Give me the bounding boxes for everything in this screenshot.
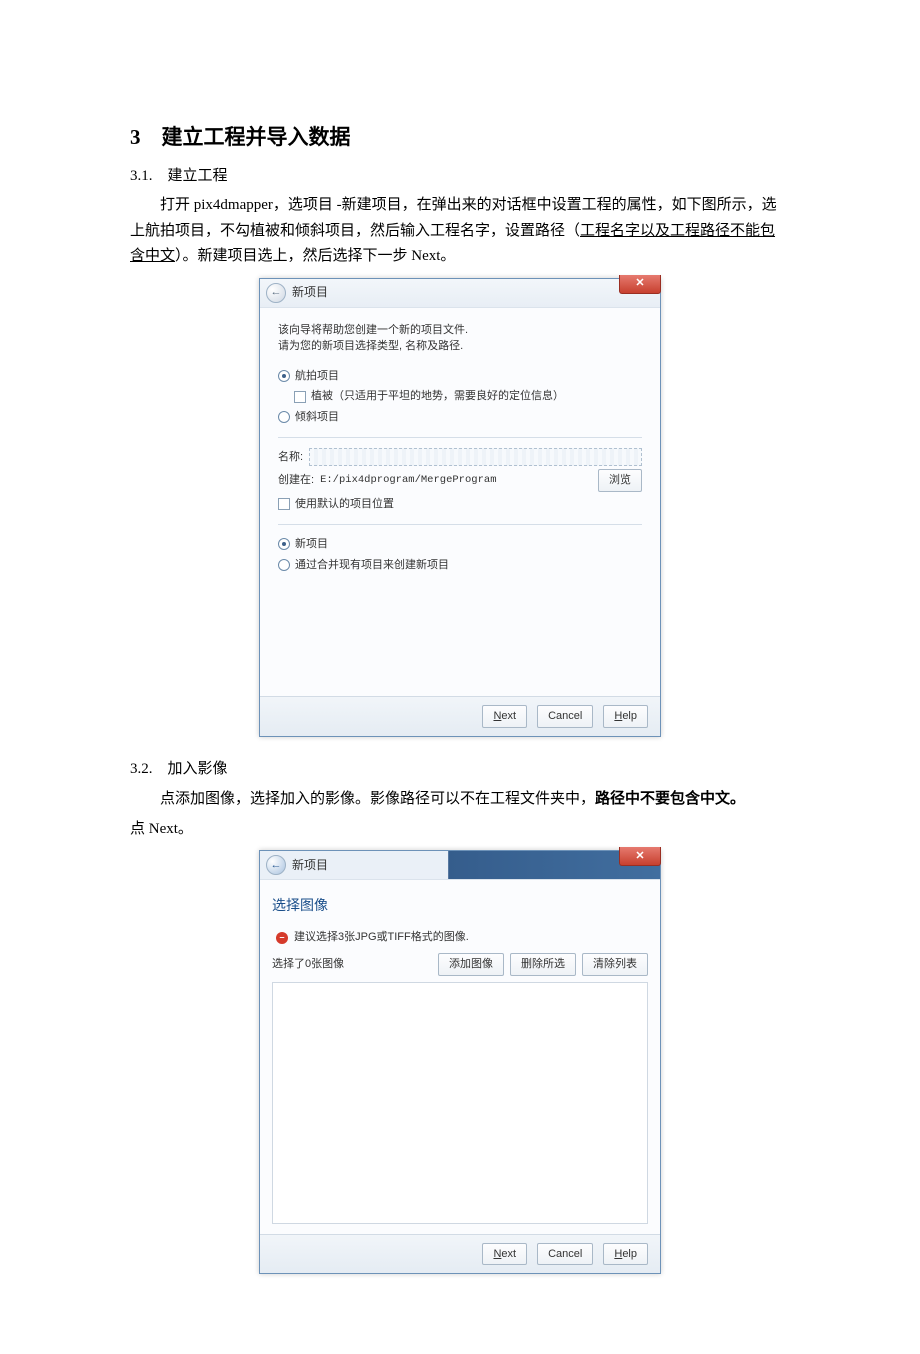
subsection-3-2-paragraph: 点添加图像，选择加入的影像。影像路径可以不在工程文件夹中，路径中不要包含中文。 (130, 786, 790, 813)
next-button[interactable]: Next (482, 705, 527, 728)
name-label: 名称: (278, 448, 303, 467)
intro-line: 该向导将帮助您创建一个新的项目文件. (278, 324, 468, 336)
help-button[interactable]: Help (603, 705, 648, 728)
radio-aerial[interactable]: 航拍项目 (278, 367, 642, 386)
warning-icon: – (276, 932, 288, 944)
intro-line: 请为您的新项目选择类型, 名称及路径. (278, 340, 463, 352)
radio-label: 倾斜项目 (295, 408, 339, 427)
paragraph-text: 点添加图像，选择加入的影像。影像路径可以不在工程文件夹中， (160, 791, 595, 807)
radio-label: 航拍项目 (295, 367, 339, 386)
radio-icon (278, 559, 290, 571)
back-icon[interactable]: ← (266, 283, 286, 303)
checkbox-icon (294, 391, 306, 403)
dialog-footer: Next Cancel Help (260, 696, 660, 736)
dialog-footer: Next Cancel Help (260, 1234, 660, 1274)
warning-text: 建议选择3张JPG或TIFF格式的图像. (294, 928, 469, 947)
checkbox-default-location[interactable]: 使用默认的项目位置 (278, 495, 642, 514)
back-icon[interactable]: ← (266, 855, 286, 875)
radio-oblique[interactable]: 倾斜项目 (278, 408, 642, 427)
dialog-title: 新项目 (292, 855, 328, 875)
separator (278, 437, 642, 438)
subsection-3-2-heading: 3.2. 加入影像 (130, 757, 790, 783)
radio-icon (278, 370, 290, 382)
checkbox-label: 使用默认的项目位置 (295, 495, 394, 514)
image-count-status: 选择了0张图像 (272, 955, 432, 974)
dialog-titlebar: ← 新项目 ✕ (260, 851, 660, 880)
image-list-area[interactable] (272, 982, 648, 1224)
radio-label: 新项目 (295, 535, 328, 554)
cancel-button[interactable]: Cancel (537, 705, 593, 728)
dialog-titlebar: ← 新项目 ✕ (260, 279, 660, 308)
section-heading: 3 建立工程并导入数据 (130, 120, 790, 156)
clear-list-button[interactable]: 清除列表 (582, 953, 648, 976)
warning-row: – 建议选择3张JPG或TIFF格式的图像. (276, 928, 648, 947)
name-row: 名称: (278, 448, 642, 467)
name-input[interactable] (309, 448, 642, 466)
browse-button[interactable]: 浏览 (598, 469, 642, 492)
create-at-row: 创建在: E:/pix4dprogram/MergeProgram 浏览 (278, 469, 642, 492)
select-images-dialog: ← 新项目 ✕ 选择图像 – 建议选择3张JPG或TIFF格式的图像. 选择了0… (259, 850, 661, 1274)
create-at-value: E:/pix4dprogram/MergeProgram (320, 472, 592, 490)
radio-new-project[interactable]: 新项目 (278, 535, 642, 554)
image-toolbar: 选择了0张图像 添加图像 删除所选 清除列表 (272, 953, 648, 976)
checkbox-vegetation[interactable]: 植被（只适用于平坦的地势，需要良好的定位信息） (294, 387, 642, 406)
delete-selected-button[interactable]: 删除所选 (510, 953, 576, 976)
subsection-3-1-heading: 3.1. 建立工程 (130, 164, 790, 190)
cancel-button[interactable]: Cancel (537, 1243, 593, 1266)
checkbox-label: 植被（只适用于平坦的地势，需要良好的定位信息） (311, 387, 564, 406)
radio-merge-project[interactable]: 通过合并现有项目来创建新项目 (278, 556, 642, 575)
radio-label: 通过合并现有项目来创建新项目 (295, 556, 449, 575)
close-button[interactable]: ✕ (619, 847, 661, 866)
subsection-3-2-paragraph-line2: 点 Next。 (130, 817, 790, 843)
help-button[interactable]: Help (603, 1243, 648, 1266)
radio-icon (278, 538, 290, 550)
select-images-heading: 选择图像 (272, 894, 648, 918)
radio-icon (278, 411, 290, 423)
wizard-intro: 该向导将帮助您创建一个新的项目文件. 请为您的新项目选择类型, 名称及路径. (278, 322, 642, 355)
paragraph-bold: 路径中不要包含中文。 (595, 790, 745, 807)
dialog-title: 新项目 (292, 282, 328, 302)
checkbox-icon (278, 498, 290, 510)
new-project-dialog: ← 新项目 ✕ 该向导将帮助您创建一个新的项目文件. 请为您的新项目选择类型, … (259, 278, 661, 737)
subsection-3-1-paragraph: 打开 pix4dmapper，选项目 -新建项目，在弹出来的对话框中设置工程的属… (130, 193, 790, 270)
next-button[interactable]: Next (482, 1243, 527, 1266)
separator (278, 524, 642, 525)
close-button[interactable]: ✕ (619, 275, 661, 294)
create-at-label: 创建在: (278, 471, 314, 490)
paragraph-text: ）。新建项目选上，然后选择下一步 Next。 (175, 248, 455, 264)
add-images-button[interactable]: 添加图像 (438, 953, 504, 976)
